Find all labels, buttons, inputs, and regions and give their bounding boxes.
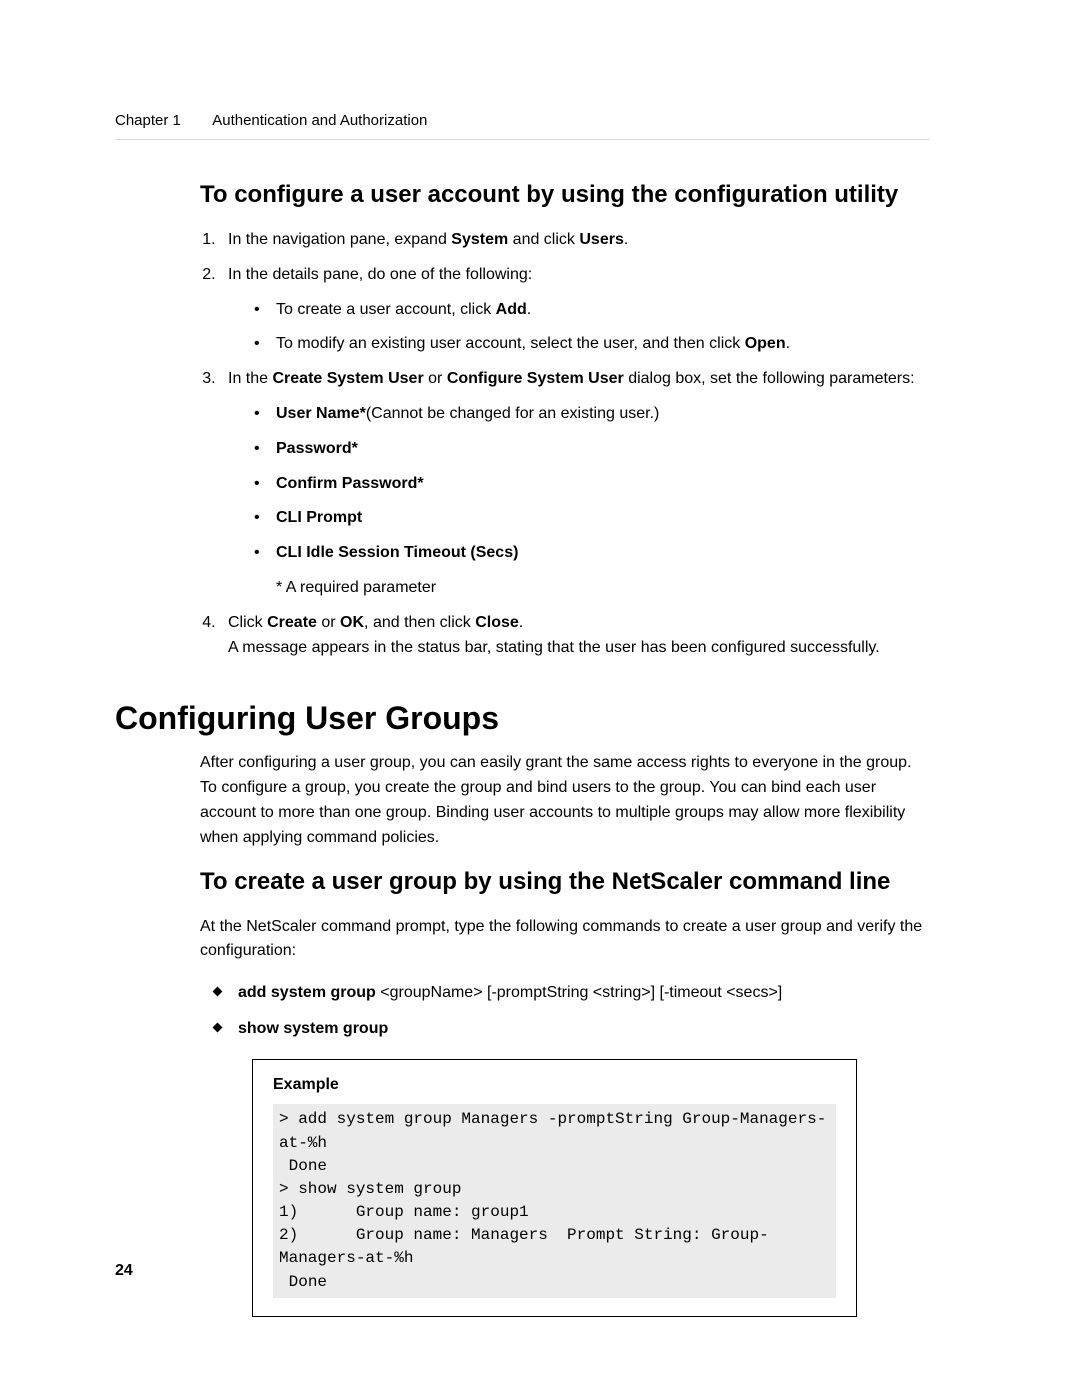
command-list: add system group <groupName> [-promptStr… [200, 980, 930, 1041]
example-title: Example [273, 1076, 836, 1094]
heading-configuring-user-groups: Configuring User Groups [115, 700, 930, 737]
step-2-text: In the details pane, do one of the follo… [228, 266, 532, 283]
step-4-line2: A message appears in the status bar, sta… [228, 639, 880, 656]
step-2-bullet-add: To create a user account, click Add. [254, 298, 930, 323]
subheading-create-group-cli: To create a user group by using the NetS… [200, 867, 930, 897]
step-4: Click Create or OK, and then click Close… [220, 611, 930, 661]
header-rule [115, 139, 930, 140]
example-box: Example > add system group Managers -pro… [252, 1059, 857, 1317]
step-3-params: User Name*(Cannot be changed for an exis… [228, 402, 930, 566]
example-code: > add system group Managers -promptStrin… [273, 1104, 836, 1298]
chapter-label: Chapter 1 [115, 112, 181, 129]
cmd-show-system-group: show system group [210, 1016, 930, 1042]
page-content: Chapter 1 Authentication and Authorizati… [115, 112, 930, 1317]
param-user-name: User Name*(Cannot be changed for an exis… [254, 402, 930, 427]
step-3-text: In the Create System User or Configure S… [228, 370, 915, 387]
step-1-text: In the navigation pane, expand System an… [228, 231, 628, 248]
required-parameter-note: * A required parameter [276, 576, 930, 601]
param-cli-prompt: CLI Prompt [254, 506, 930, 531]
step-2-bullet-open: To modify an existing user account, sele… [254, 332, 930, 357]
step-2-sublist: To create a user account, click Add. To … [228, 298, 930, 358]
param-cli-idle-timeout: CLI Idle Session Timeout (Secs) [254, 541, 930, 566]
step-4-line1: Click Create or OK, and then click Close… [228, 614, 523, 631]
param-password: Password* [254, 437, 930, 462]
cmd-add-system-group: add system group <groupName> [-promptStr… [210, 980, 930, 1006]
param-confirm-password: Confirm Password* [254, 472, 930, 497]
running-header: Chapter 1 Authentication and Authorizati… [115, 112, 930, 129]
subheading-configure-user: To configure a user account by using the… [200, 180, 930, 210]
chapter-title: Authentication and Authorization [212, 112, 427, 129]
step-1: In the navigation pane, expand System an… [220, 228, 930, 253]
steps-list: In the navigation pane, expand System an… [220, 228, 930, 660]
step-2: In the details pane, do one of the follo… [220, 263, 930, 357]
page-number: 24 [115, 1262, 133, 1280]
section-configure-user-account: To configure a user account by using the… [200, 180, 930, 660]
user-groups-intro: After configuring a user group, you can … [200, 751, 930, 850]
section-user-groups-body: After configuring a user group, you can … [200, 751, 930, 1316]
step-3: In the Create System User or Configure S… [220, 367, 930, 601]
create-group-lead: At the NetScaler command prompt, type th… [200, 915, 930, 965]
